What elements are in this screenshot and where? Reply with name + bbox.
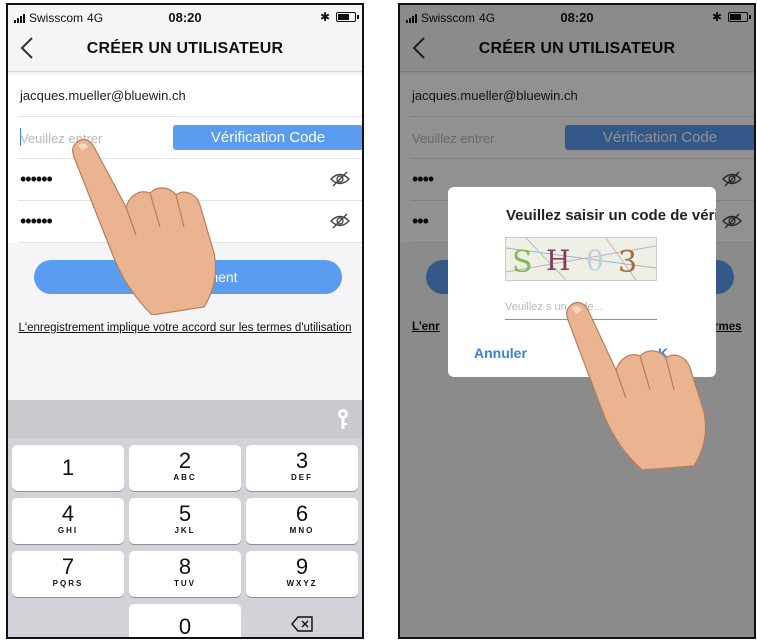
dialog-title: Veuillez saisir un code de vérifica (506, 207, 716, 224)
bluetooth-icon: ✱ (319, 10, 330, 24)
captcha-dialog: Veuillez saisir un code de vérifica S H … (448, 187, 716, 377)
eye-off-icon[interactable] (330, 213, 350, 229)
registration-form: jacques.mueller@bluewin.ch Veuillez entr… (8, 75, 362, 243)
delete-key[interactable] (246, 604, 358, 637)
keypad-blank (12, 604, 124, 637)
key-digit: 7 (61, 554, 75, 579)
key-0[interactable]: 0 (129, 604, 241, 639)
key-7[interactable]: 7 PQRS (12, 551, 124, 597)
terms-link[interactable]: L'enregistrement implique votre accord s… (18, 321, 352, 335)
code-row: Veuillez entrer Vérification Code (18, 117, 362, 159)
clock: 08:20 (168, 10, 202, 25)
captcha-char-2: H (546, 244, 570, 277)
key-3[interactable]: 3 DEF (246, 445, 358, 491)
key-digit: 9 (295, 554, 309, 579)
phone-screen-captcha: Swisscom 4G 08:20 ✱ CRÉER UN UTILISATEUR… (398, 3, 756, 639)
key-letters: WXYZ (286, 579, 318, 588)
captcha-char-3: 0 (586, 244, 604, 277)
keypad: 1 2 ABC 3 DEF 4 GHI 5 JKL 6 MNO 7 PQRS 8 TUV 9 WXYZ 0 (12, 445, 358, 639)
key-5[interactable]: 5 JKL (129, 498, 241, 544)
confirm-password-field[interactable]: •••••• (20, 211, 53, 232)
register-button-label: rement (194, 269, 238, 285)
captcha-input-placeholder: Veuillez s un code... (505, 301, 603, 313)
captcha-char-1: S (512, 245, 533, 280)
page-title: CRÉER UN UTILISATEUR (86, 40, 284, 57)
status-bar: Swisscom 4G 08:20 ✱ (8, 5, 362, 31)
key-letters: PQRS (52, 579, 84, 588)
cancel-button[interactable]: Annuler (474, 345, 527, 361)
eye-off-icon[interactable] (330, 171, 350, 187)
key-digit: 3 (295, 448, 309, 473)
key-letters: TUV (174, 579, 196, 588)
email-field[interactable]: jacques.mueller@bluewin.ch (20, 88, 186, 103)
key-digit: 5 (178, 501, 192, 526)
key-8[interactable]: 8 TUV (129, 551, 241, 597)
numeric-keyboard: 1 2 ABC 3 DEF 4 GHI 5 JKL 6 MNO 7 PQRS 8 TUV 9 WXYZ 0 (8, 400, 362, 637)
key-2[interactable]: 2 ABC (129, 445, 241, 491)
key-letters: DEF (291, 473, 313, 482)
key-1[interactable]: 1 (12, 445, 124, 491)
keyboard-toolbar (8, 400, 362, 438)
battery-icon (336, 12, 359, 22)
key-letters: GHI (57, 526, 79, 535)
code-input[interactable]: Veuillez entrer (20, 131, 102, 146)
key-6[interactable]: 6 MNO (246, 498, 358, 544)
key-digit: 2 (178, 448, 192, 473)
key-digit: 0 (178, 614, 192, 639)
password-field[interactable]: •••••• (20, 169, 53, 190)
key-letters: ABC (173, 473, 197, 482)
key-digit: 6 (295, 501, 309, 526)
captcha-image[interactable]: S H 0 3 (505, 237, 657, 281)
key-letters: MNO (289, 526, 315, 535)
password-row[interactable]: •••••• (18, 159, 362, 201)
phone-screen-create-user: Swisscom 4G 08:20 ✱ CRÉER UN UTILISATEUR… (6, 3, 364, 639)
captcha-char-4: 3 (618, 245, 637, 280)
key-letters: JKL (174, 526, 196, 535)
backspace-icon (291, 616, 313, 632)
key-icon[interactable] (336, 408, 350, 430)
verification-code-button[interactable]: Vérification Code (173, 125, 362, 150)
captcha-code-input[interactable]: Veuillez s un code... (505, 297, 657, 320)
confirm-password-row[interactable]: •••••• (18, 201, 362, 243)
key-digit: 8 (178, 554, 192, 579)
key-digit: 1 (61, 455, 75, 480)
key-9[interactable]: 9 WXYZ (246, 551, 358, 597)
register-button[interactable]: rement (34, 260, 342, 294)
navigation-bar: CRÉER UN UTILISATEUR (8, 31, 362, 72)
key-4[interactable]: 4 GHI (12, 498, 124, 544)
email-row[interactable]: jacques.mueller@bluewin.ch (18, 75, 362, 117)
key-digit: 4 (61, 501, 75, 526)
ok-button[interactable]: K (658, 345, 668, 361)
